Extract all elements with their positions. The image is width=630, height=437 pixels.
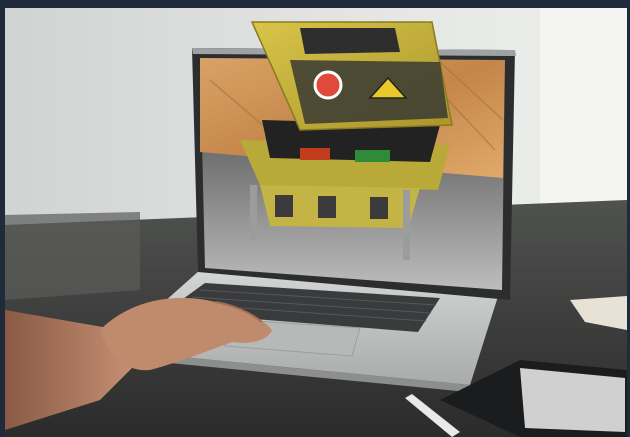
desk-shadow-left bbox=[5, 212, 140, 300]
window-light bbox=[540, 8, 627, 208]
tablet-screen bbox=[520, 368, 625, 432]
photo-frame bbox=[0, 0, 630, 437]
socket-red bbox=[300, 148, 330, 160]
underside-sockets bbox=[275, 195, 388, 219]
box-leg-right bbox=[403, 190, 410, 260]
warning-circle-icon bbox=[313, 70, 343, 100]
lid-inner-face bbox=[290, 60, 448, 124]
lid-hinge-panel bbox=[300, 28, 400, 54]
socket-green bbox=[355, 150, 390, 162]
box-leg-left bbox=[250, 185, 257, 240]
photo-scene bbox=[0, 0, 630, 437]
